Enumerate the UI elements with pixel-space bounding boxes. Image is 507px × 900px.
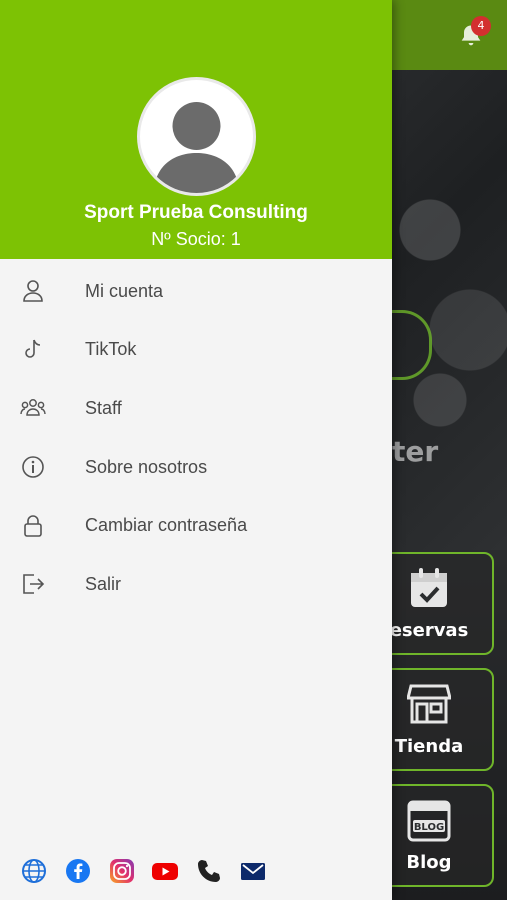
menu-item-staff[interactable]: Staff [0,379,392,438]
member-number: Nº Socio: 1 [151,229,241,249]
social-links [0,858,392,888]
menu-item-label: Cambiar contraseña [85,515,248,536]
tiktok-icon [25,339,41,358]
blog-icon: BLOG [407,800,451,842]
facebook-icon[interactable] [65,858,91,884]
menu-item-label: Mi cuenta [85,280,164,301]
logout-icon [23,574,45,595]
youtube-icon[interactable] [152,858,178,884]
logo-fragment [392,310,432,380]
menu-item-tiktok[interactable]: TikTok [0,321,392,380]
menu-item-label: Salir [85,573,122,594]
calendar-check-icon [411,568,447,607]
notification-badge: 4 [471,16,491,36]
phone-icon[interactable] [196,858,222,884]
menu-item-mi-cuenta[interactable]: Mi cuenta [0,262,392,321]
user-icon [23,280,43,303]
notifications-button[interactable]: 4 [457,16,491,50]
menu-item-sobre-nosotros[interactable]: Sobre nosotros [0,438,392,497]
menu-item-label: Sobre nosotros [85,456,208,477]
user-avatar-icon [154,102,239,193]
email-icon[interactable] [240,858,266,884]
menu-item-label: TikTok [85,339,137,360]
info-icon [22,456,44,478]
hero-text: ter [392,435,439,468]
instagram-icon[interactable] [109,858,135,884]
menu-item-cambiar-contrasena[interactable]: Cambiar contraseña [0,496,392,555]
profile-name: Sport Prueba Consulting [84,202,308,223]
drawer-header: Sport Prueba Consulting Nº Socio: 1 [0,0,392,259]
menu-item-label: Staff [85,397,122,418]
store-icon [406,684,452,724]
globe-icon[interactable] [21,858,47,884]
svg-text:BLOG: BLOG [414,822,444,833]
avatar[interactable] [137,77,256,196]
group-icon [20,399,46,417]
side-drawer: Sport Prueba Consulting Nº Socio: 1 Mi c… [0,0,392,900]
menu-item-salir[interactable]: Salir [0,555,392,614]
lock-icon [24,514,42,537]
drawer-menu: Mi cuenta TikTok Staff Sobre nosotros Ca… [0,262,392,614]
